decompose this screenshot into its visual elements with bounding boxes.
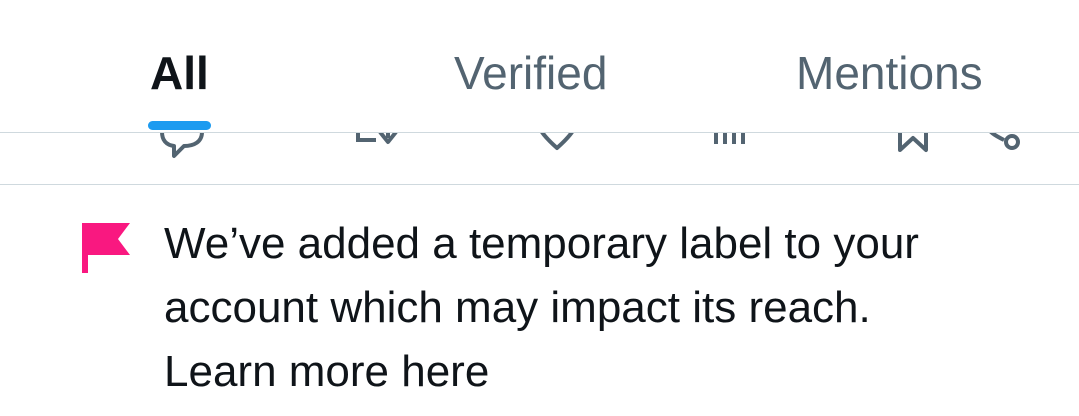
tab-all[interactable]: All (150, 46, 209, 100)
notifications-tabs: All Verified Mentions (0, 0, 1079, 133)
tab-mentions[interactable]: Mentions (796, 46, 983, 100)
account-label-notice: We’ve added a temporary label to your ac… (0, 186, 1079, 416)
flag-icon (80, 223, 132, 275)
notice-line-2: account which may impact its reach. (164, 283, 871, 332)
learn-more-link[interactable]: Learn more here (164, 340, 1064, 404)
notice-line-1: We’ve added a temporary label to your (164, 219, 919, 268)
tab-verified[interactable]: Verified (454, 46, 607, 100)
active-tab-indicator (148, 121, 211, 130)
notice-message: We’ve added a temporary label to your ac… (164, 212, 1064, 404)
